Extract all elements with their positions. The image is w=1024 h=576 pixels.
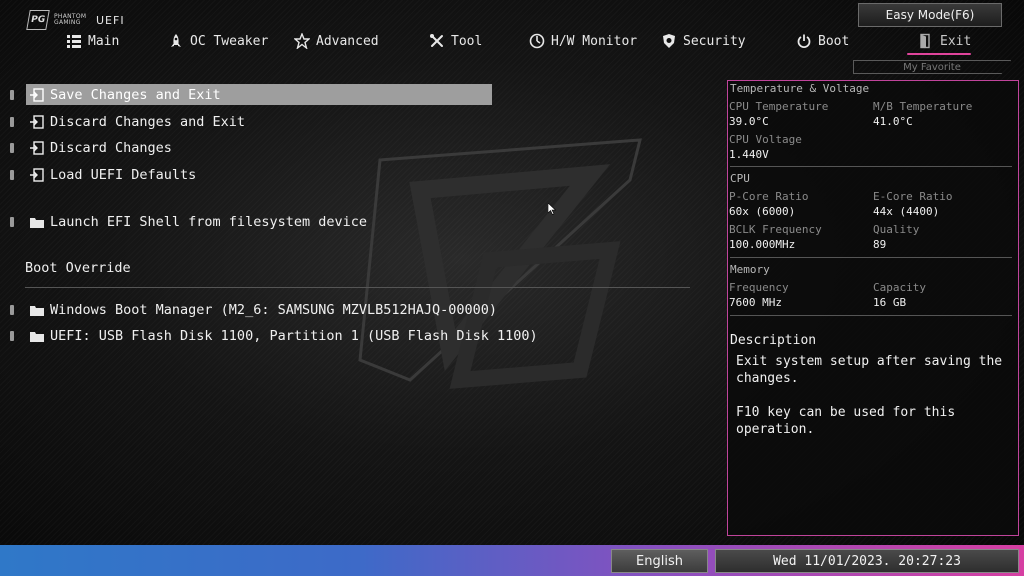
- item-marker: [10, 170, 14, 180]
- tab-exit[interactable]: Exit: [918, 30, 971, 52]
- temp-voltage-title: Temperature & Voltage: [730, 82, 870, 95]
- exit-door-icon: [28, 114, 46, 130]
- ecore-ratio-value: 44x (4400): [873, 205, 940, 218]
- panel-divider: [730, 257, 1012, 258]
- cpu-voltage-label: CPU Voltage: [729, 133, 802, 146]
- menu-item-save-changes-and-exit[interactable]: Save Changes and Exit: [10, 84, 492, 105]
- folder-icon: [28, 328, 46, 344]
- mb-temp-value: 41.0°C: [873, 115, 913, 128]
- description-title: Description: [730, 333, 817, 348]
- bclk-frequency-label: BCLK Frequency: [729, 223, 822, 236]
- menu-item-label: Load UEFI Defaults: [50, 167, 197, 183]
- section-divider: [25, 287, 690, 288]
- power-icon: [797, 34, 811, 48]
- boot-item-uefi-usb-flash-disk[interactable]: UEFI: USB Flash Disk 1100, Partition 1 (…: [10, 326, 538, 346]
- item-marker: [10, 217, 14, 227]
- panel-divider: [730, 315, 1012, 316]
- memory-frequency-value: 7600 MHz: [729, 296, 782, 309]
- exit-door-icon: [28, 87, 46, 103]
- item-marker: [10, 331, 14, 341]
- menu-item-load-uefi-defaults[interactable]: Load UEFI Defaults: [10, 165, 196, 185]
- item-marker: [10, 305, 14, 315]
- folder-icon: [28, 302, 46, 318]
- boot-item-label: Windows Boot Manager (M2_6: SAMSUNG MZVL…: [50, 302, 498, 318]
- language-button[interactable]: English: [611, 549, 708, 573]
- memory-section-title: Memory: [730, 263, 770, 276]
- exit-icon: [920, 33, 930, 49]
- menu-item-launch-efi-shell[interactable]: Launch EFI Shell from filesystem device: [10, 212, 367, 232]
- memory-capacity-value: 16 GB: [873, 296, 907, 309]
- quality-value: 89: [873, 238, 887, 251]
- menu-item-discard-changes[interactable]: Discard Changes: [10, 138, 172, 158]
- menu-item-label: Save Changes and Exit: [50, 87, 221, 103]
- mb-temp-label: M/B Temperature: [873, 100, 973, 113]
- boot-item-windows-boot-manager[interactable]: Windows Boot Manager (M2_6: SAMSUNG MZVL…: [10, 300, 497, 320]
- exit-menu: Save Changes and Exit Discard Changes an…: [0, 0, 720, 540]
- item-marker: [10, 117, 14, 127]
- pcore-ratio-label: P-Core Ratio: [729, 190, 809, 203]
- boot-item-label: UEFI: USB Flash Disk 1100, Partition 1 (…: [50, 328, 538, 344]
- pcore-ratio-value: 60x (6000): [729, 205, 796, 218]
- memory-frequency-label: Frequency: [729, 281, 789, 294]
- cpu-temp-label: CPU Temperature: [729, 100, 829, 113]
- exit-door-icon: [28, 140, 46, 156]
- exit-door-icon: [28, 167, 46, 183]
- memory-capacity-label: Capacity: [873, 281, 926, 294]
- tab-boot[interactable]: Boot: [796, 30, 849, 52]
- active-tab-indicator: [907, 53, 971, 55]
- cpu-section-title: CPU: [730, 172, 750, 185]
- menu-item-label: Discard Changes: [50, 140, 172, 156]
- tab-exit-label: Exit: [940, 33, 972, 49]
- boot-override-title: Boot Override: [25, 260, 131, 276]
- cpu-temp-value: 39.0°C: [729, 115, 769, 128]
- cpu-voltage-value: 1.440V: [729, 148, 769, 161]
- panel-divider: [730, 166, 1012, 167]
- ecore-ratio-label: E-Core Ratio: [873, 190, 953, 203]
- bclk-frequency-value: 100.000MHz: [729, 238, 796, 251]
- menu-item-label: Discard Changes and Exit: [50, 114, 246, 130]
- date-time-display: Wed 11/01/2023. 20:27:23: [715, 549, 1019, 573]
- quality-label: Quality: [873, 223, 920, 236]
- mouse-cursor-icon: [548, 203, 556, 215]
- easy-mode-button[interactable]: Easy Mode(F6): [858, 3, 1002, 27]
- menu-item-label: Launch EFI Shell from filesystem device: [50, 214, 367, 230]
- description-text: Exit system setup after saving the chang…: [736, 354, 1003, 437]
- menu-item-discard-changes-and-exit[interactable]: Discard Changes and Exit: [10, 112, 245, 132]
- hardware-info-panel: Temperature & Voltage CPU Temperature 39…: [727, 80, 1019, 536]
- tab-boot-label: Boot: [818, 33, 850, 49]
- my-favorite-button[interactable]: My Favorite: [853, 60, 1011, 74]
- item-marker: [10, 143, 14, 153]
- item-marker: [10, 90, 14, 100]
- folder-icon: [28, 214, 46, 230]
